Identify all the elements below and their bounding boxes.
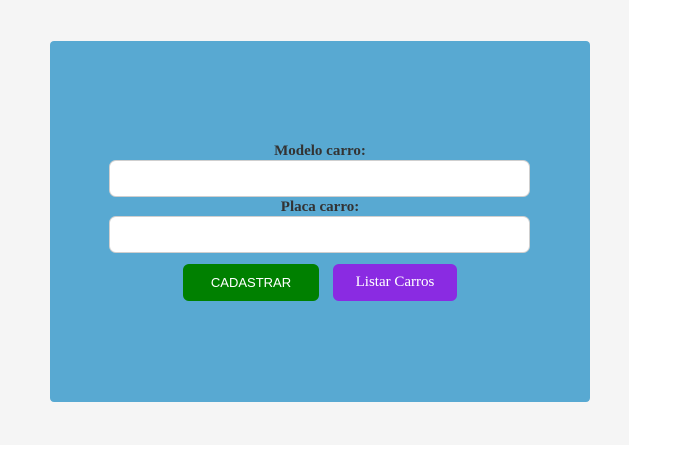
cadastrar-button[interactable]: CADASTRAR: [183, 264, 319, 301]
modelo-carro-input[interactable]: [109, 160, 530, 197]
car-form-card: Modelo carro: Placa carro: CADASTRAR Lis…: [50, 41, 590, 402]
modelo-carro-label: Modelo carro:: [274, 143, 366, 159]
page-background: Modelo carro: Placa carro: CADASTRAR Lis…: [0, 0, 629, 445]
listar-carros-button[interactable]: Listar Carros: [333, 264, 457, 301]
placa-carro-label: Placa carro:: [280, 199, 360, 215]
placa-carro-input[interactable]: [109, 216, 530, 253]
